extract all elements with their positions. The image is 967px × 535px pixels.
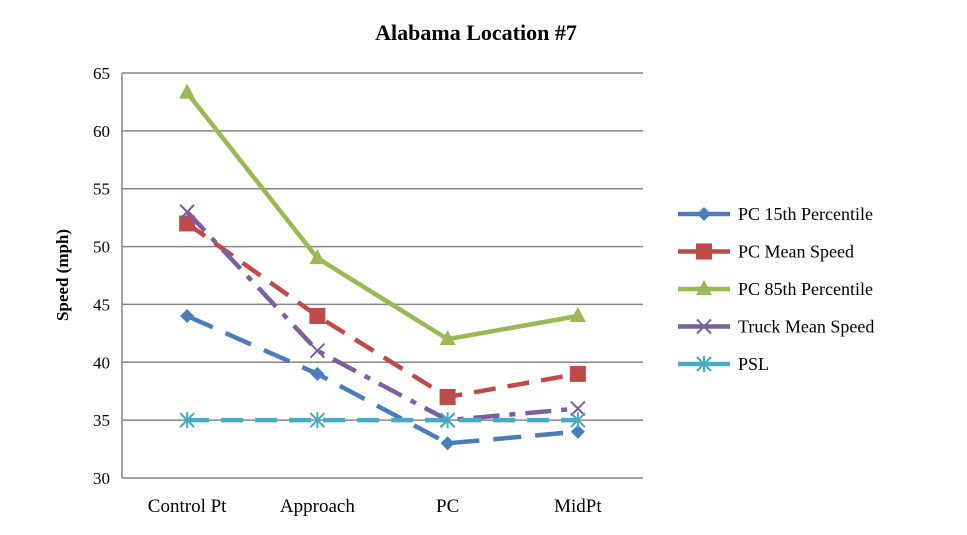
chart-title: Alabama Location #7 (375, 20, 577, 45)
y-tick-label: 60 (93, 122, 110, 141)
y-tick-label: 45 (93, 295, 110, 314)
series-line (185, 221, 579, 400)
gridlines (121, 72, 643, 479)
legend-item: PC Mean Speed (678, 242, 854, 262)
y-tick-label: 65 (93, 64, 110, 83)
y-tick-label: 50 (93, 238, 110, 257)
legend-label: PC 85th Percentile (738, 279, 873, 299)
series-pc-15th-percentile (180, 309, 585, 451)
square-marker (696, 243, 712, 260)
x-tick-label: PC (436, 496, 459, 517)
square-marker (569, 365, 586, 382)
series-truck-mean-speed (179, 204, 586, 428)
series-line (186, 313, 579, 446)
line-chart: Alabama Location #7 30 35 40 45 50 55 60 65 Con… (53, 20, 874, 517)
series-pc-mean-speed (179, 215, 586, 405)
diamond-marker (697, 207, 711, 221)
series-line (185, 210, 579, 423)
square-marker (309, 308, 326, 324)
series-group (179, 83, 586, 451)
y-tick-labels: 30 35 40 45 50 55 60 65 (93, 64, 110, 488)
x-tick-labels: Control Pt Approach PC MidPt (148, 496, 603, 517)
y-tick-label: 30 (93, 469, 110, 488)
legend-label: PC 15th Percentile (738, 204, 873, 224)
diamond-marker (180, 309, 195, 323)
triangle-marker (179, 83, 196, 99)
diamond-marker (440, 436, 455, 451)
y-tick-label: 35 (93, 411, 110, 430)
y-tick-label: 40 (93, 353, 110, 372)
y-tick-label: 55 (93, 180, 110, 199)
x-marker (309, 343, 326, 359)
legend-label: Truck Mean Speed (738, 317, 874, 337)
legend-item: PSL (678, 354, 769, 374)
y-axis-label: Speed (mph) (53, 229, 72, 321)
square-marker (439, 389, 456, 405)
legend-label: PSL (738, 354, 769, 374)
legend: PC 15th Percentile PC Mean Speed PC 85th P… (678, 204, 874, 374)
x-tick-label: Approach (280, 496, 355, 517)
series-pc-85th-percentile (179, 83, 586, 346)
x-tick-label: MidPt (554, 496, 602, 517)
legend-item: Truck Mean Speed (678, 317, 874, 337)
triangle-marker (569, 307, 586, 322)
legend-label: PC Mean Speed (738, 242, 854, 262)
series-line (185, 91, 579, 342)
x-tick-label: Control Pt (148, 496, 227, 517)
legend-item: PC 15th Percentile (678, 204, 873, 224)
legend-item: PC 85th Percentile (678, 279, 873, 299)
